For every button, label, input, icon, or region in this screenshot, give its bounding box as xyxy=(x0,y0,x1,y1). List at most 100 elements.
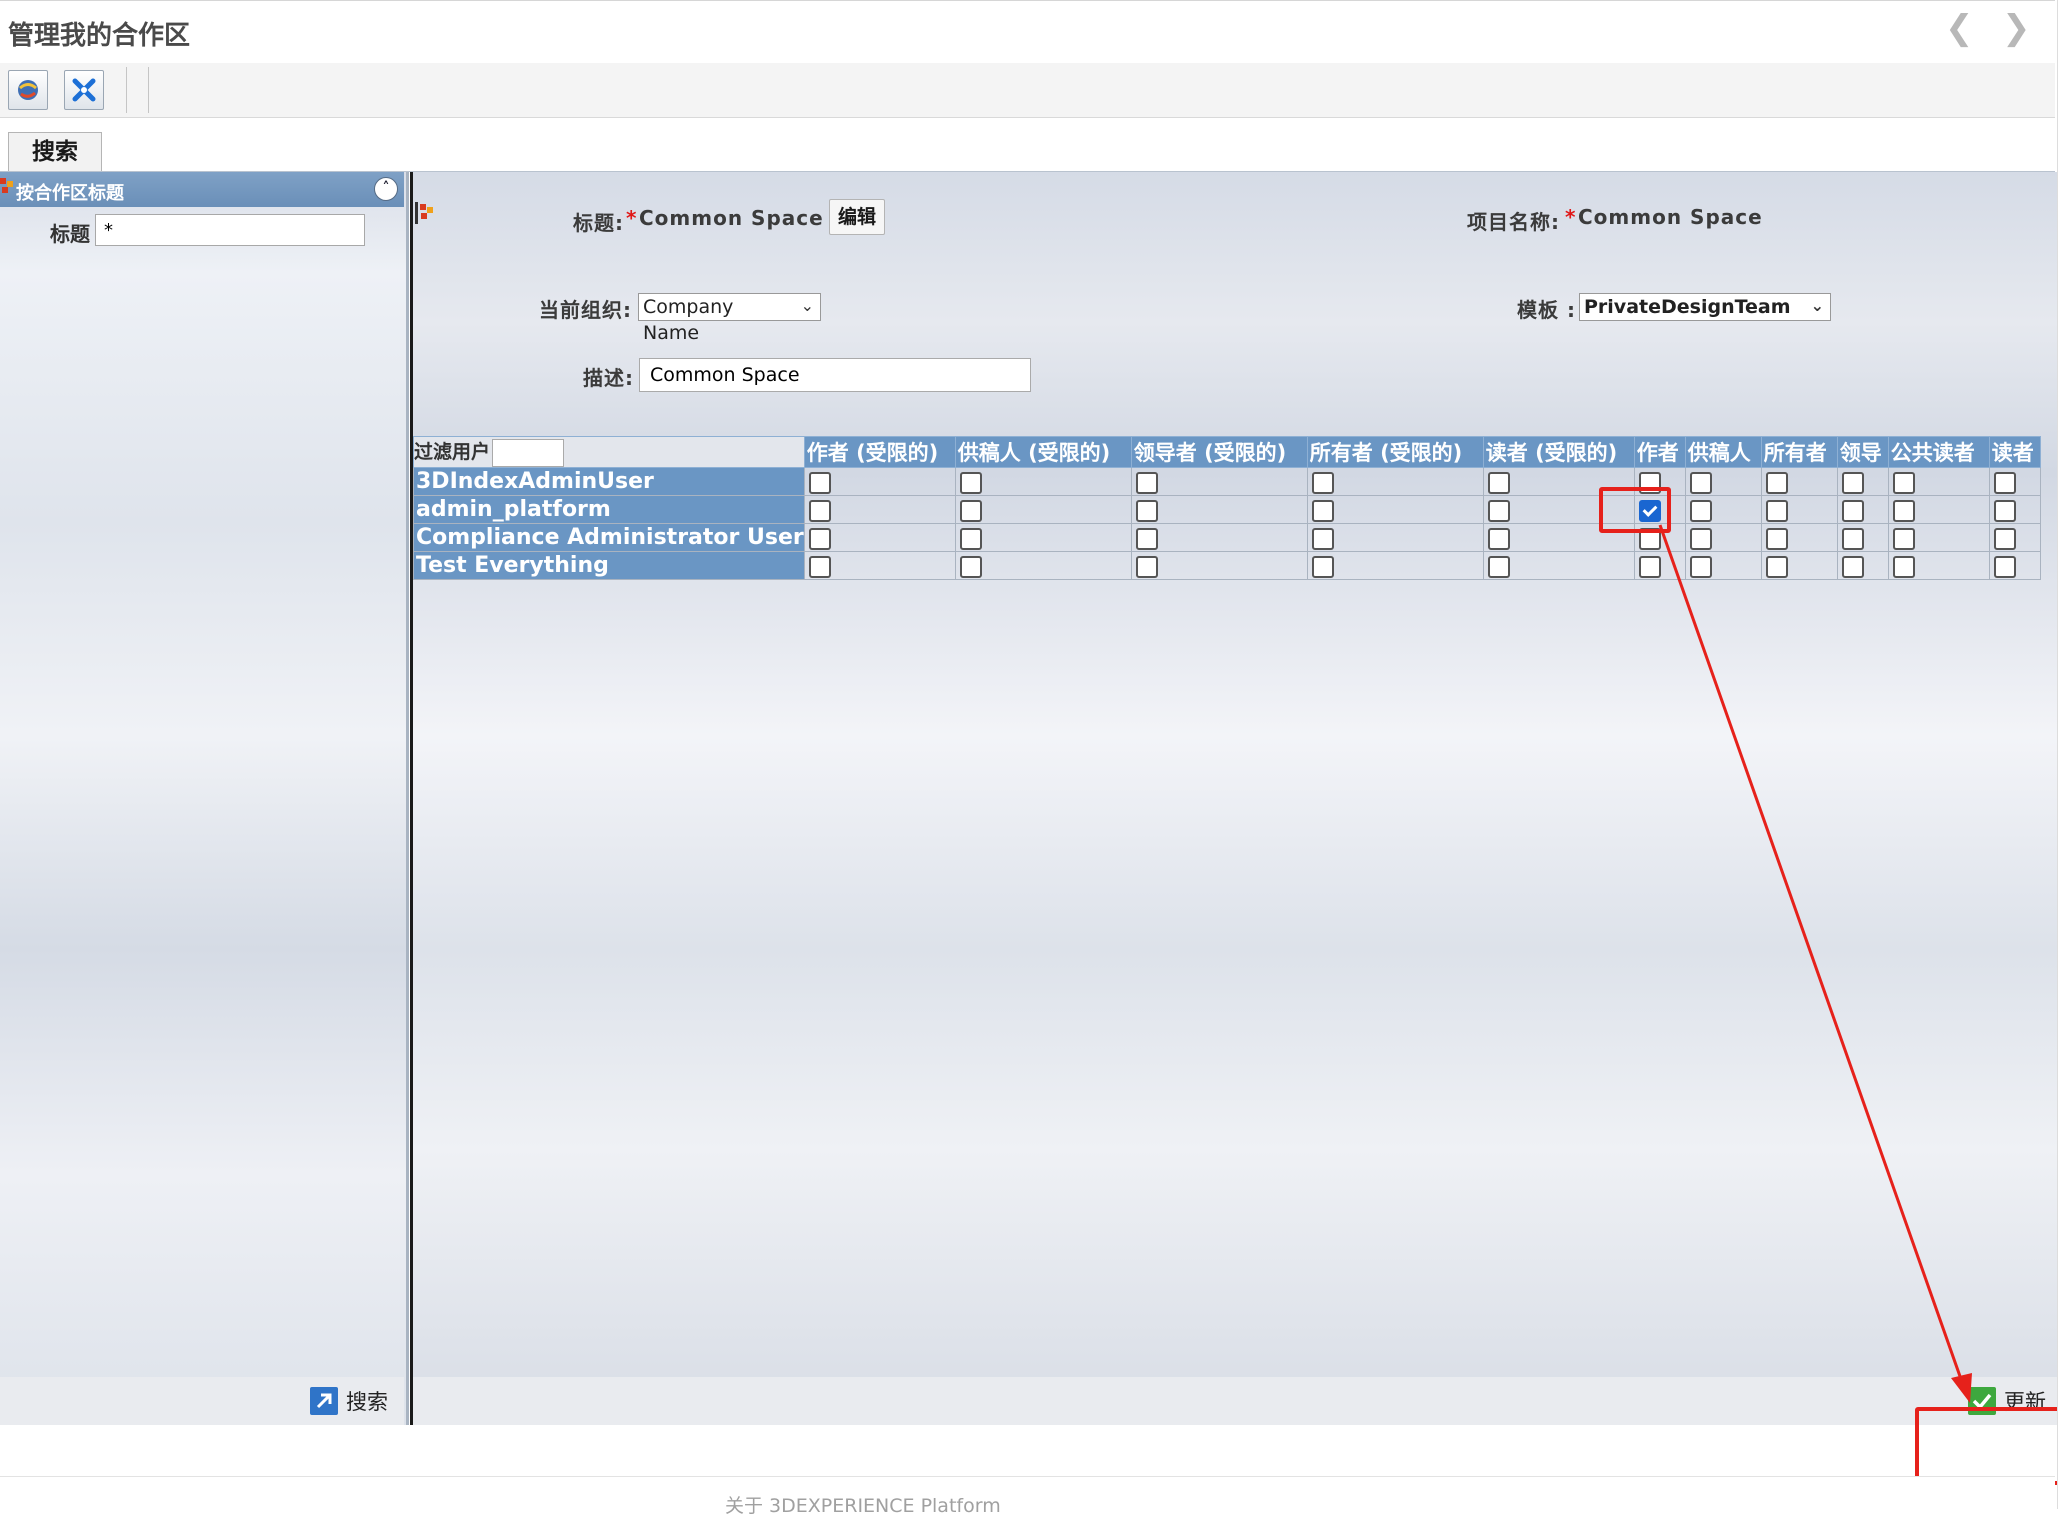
role-cell xyxy=(1836,523,1889,552)
toolbar-divider xyxy=(126,67,127,113)
role-checkbox[interactable] xyxy=(1135,555,1158,578)
role-checkbox[interactable] xyxy=(1135,471,1158,494)
main-footer: 更新 xyxy=(413,1377,2058,1425)
role-cell xyxy=(803,467,956,496)
role-checkbox[interactable] xyxy=(1689,471,1712,494)
scrollbar[interactable] xyxy=(2057,0,2067,1509)
role-checkbox[interactable] xyxy=(1841,527,1864,550)
tools-icon[interactable] xyxy=(64,70,104,110)
edit-button[interactable]: 编辑 xyxy=(829,199,885,235)
role-cell xyxy=(1684,495,1762,524)
role-checkbox[interactable] xyxy=(1689,499,1712,522)
role-cell xyxy=(1684,467,1762,496)
role-checkbox[interactable] xyxy=(1841,499,1864,522)
role-checkbox[interactable] xyxy=(1135,527,1158,550)
title-search-input[interactable] xyxy=(95,214,365,246)
role-checkbox[interactable] xyxy=(1765,471,1788,494)
role-checkbox[interactable] xyxy=(1892,555,1915,578)
role-checkbox[interactable] xyxy=(1765,555,1788,578)
role-cell xyxy=(1887,467,1990,496)
chevron-right-icon[interactable]: ❯ xyxy=(2002,11,2031,45)
role-checkbox[interactable] xyxy=(808,527,831,550)
tab-search[interactable]: 搜索 xyxy=(8,132,102,171)
role-checkbox[interactable] xyxy=(1765,499,1788,522)
role-cell xyxy=(1633,551,1686,580)
role-cell xyxy=(803,495,956,524)
role-checkbox[interactable] xyxy=(1892,527,1915,550)
role-cell xyxy=(1836,551,1889,580)
column-header: 供稿人 (受限的) xyxy=(954,436,1132,468)
chevron-left-icon[interactable]: ❮ xyxy=(1945,11,1974,45)
project-name-label: 项目名称: xyxy=(1467,210,1560,234)
section-title: 按合作区标题 xyxy=(16,183,124,204)
role-checkbox[interactable] xyxy=(959,527,982,550)
filter-users-input[interactable] xyxy=(492,438,565,467)
role-checkbox[interactable] xyxy=(1993,555,2016,578)
filter-users-label: 过滤用户 xyxy=(414,441,491,464)
about-link[interactable]: 关于 3DEXPERIENCE Platform xyxy=(725,1491,1001,1518)
template-select[interactable]: PrivateDesignTeam ⌄ xyxy=(1579,293,1831,321)
role-cell xyxy=(1130,495,1308,524)
window-title: 管理我的合作区 xyxy=(8,21,191,51)
role-checkbox[interactable] xyxy=(1638,555,1661,578)
tab-strip: 搜索 xyxy=(0,118,2055,172)
role-checkbox[interactable] xyxy=(1487,499,1510,522)
role-checkbox[interactable] xyxy=(808,471,831,494)
role-cell xyxy=(1130,523,1308,552)
role-checkbox[interactable] xyxy=(808,555,831,578)
role-checkbox[interactable] xyxy=(1311,499,1334,522)
role-checkbox[interactable] xyxy=(1892,471,1915,494)
role-checkbox[interactable] xyxy=(1993,527,2016,550)
refresh-globe-icon[interactable] xyxy=(8,70,48,110)
role-checkbox[interactable] xyxy=(1993,499,2016,522)
role-checkbox[interactable] xyxy=(959,555,982,578)
search-button[interactable]: 搜索 xyxy=(310,1386,388,1416)
table-row: 3DIndexAdminUser xyxy=(413,467,2041,496)
column-header: 领导 xyxy=(1836,436,1889,468)
role-checkbox[interactable] xyxy=(1689,527,1712,550)
search-panel: 按合作区标题 ˄ 标题 搜索 xyxy=(0,172,409,1425)
role-cell xyxy=(1836,467,1889,496)
role-cell xyxy=(1988,551,2041,580)
role-checkbox[interactable] xyxy=(1487,527,1510,550)
user-name-cell: 3DIndexAdminUser xyxy=(413,467,805,496)
form-grid-icon xyxy=(415,202,433,224)
role-checkbox[interactable] xyxy=(1311,527,1334,550)
toolbar-divider xyxy=(148,67,149,113)
left-footer: 搜索 xyxy=(0,1377,404,1425)
role-checkbox[interactable] xyxy=(1311,555,1334,578)
template-label: 模板 : xyxy=(1517,298,1576,322)
role-checkbox[interactable] xyxy=(959,471,982,494)
table-row: Compliance Administrator User xyxy=(413,523,2041,552)
role-cell xyxy=(1887,495,1990,524)
role-cell xyxy=(1684,523,1762,552)
role-checkbox[interactable] xyxy=(959,499,982,522)
annotation-update-highlight xyxy=(1915,1407,2063,1485)
search-section-header[interactable]: 按合作区标题 ˄ xyxy=(0,172,404,207)
role-checkbox[interactable] xyxy=(1487,555,1510,578)
role-checkbox[interactable] xyxy=(1841,471,1864,494)
role-checkbox[interactable] xyxy=(1892,499,1915,522)
role-checkbox[interactable] xyxy=(1689,555,1712,578)
role-cell xyxy=(1988,523,2041,552)
role-cell xyxy=(1760,467,1838,496)
collapse-icon[interactable]: ˄ xyxy=(374,177,398,201)
role-checkbox[interactable] xyxy=(1993,471,2016,494)
title-label: 标题: xyxy=(573,211,624,235)
column-header: 读者 xyxy=(1988,436,2041,468)
role-cell xyxy=(1988,467,2041,496)
description-input[interactable] xyxy=(639,358,1031,392)
role-cell xyxy=(954,523,1132,552)
role-checkbox[interactable] xyxy=(808,499,831,522)
description-label: 描述: xyxy=(583,366,634,390)
role-checkbox[interactable] xyxy=(1765,527,1788,550)
role-checkbox[interactable] xyxy=(1311,471,1334,494)
grid-icon xyxy=(0,178,13,193)
role-cell xyxy=(954,551,1132,580)
role-checkbox[interactable] xyxy=(1487,471,1510,494)
role-checkbox[interactable] xyxy=(1841,555,1864,578)
toolbar xyxy=(0,63,2055,118)
user-name-cell: Compliance Administrator User xyxy=(413,523,805,552)
org-select[interactable]: Company Name ⌄ xyxy=(638,293,821,344)
role-checkbox[interactable] xyxy=(1135,499,1158,522)
